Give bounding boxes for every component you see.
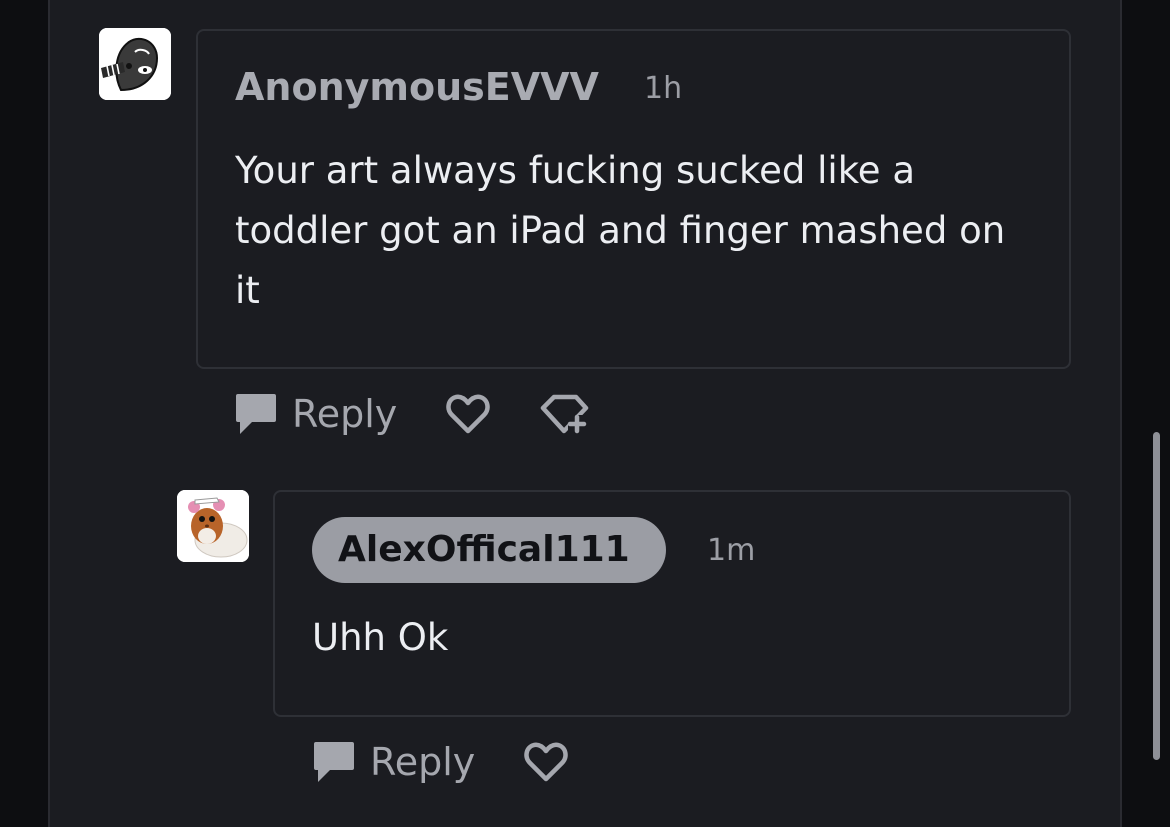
comment-card: AnonymousEVVV 1h Your art always fucking… [196,29,1071,369]
award-button[interactable] [540,393,590,435]
screen: AnonymousEVVV 1h Your art always fucking… [0,0,1170,827]
heart-outline-icon [446,394,490,434]
comment-username[interactable]: AnonymousEVVV [235,65,599,109]
reply-comment-card: AlexOffical111 1m Uhh Ok [273,490,1071,717]
hamster-avatar-icon [177,490,249,562]
masked-face-avatar-icon [99,28,171,100]
reply-button[interactable]: Reply [312,740,475,784]
award-icon [540,394,589,434]
heart-outline-icon [524,742,568,782]
reply-bubble-icon [314,742,354,782]
avatar-anonymousevvv[interactable] [99,28,171,100]
reply-label: Reply [292,392,398,436]
scrollbar-thumb[interactable] [1153,432,1160,760]
reply-label: Reply [370,740,476,784]
comment-username-op-badge[interactable]: AlexOffical111 [312,517,666,583]
reply-bubble-icon [236,394,276,434]
comment-timestamp: 1h [644,71,683,106]
avatar-alexoffical111[interactable] [177,490,249,562]
like-button[interactable] [524,741,568,783]
like-button[interactable] [446,393,490,435]
reply-button[interactable]: Reply [234,392,397,436]
comment-body: Your art always fucking sucked like a to… [235,149,1006,312]
comment-timestamp: 1m [707,533,756,568]
comment-body: Uhh Ok [312,616,449,659]
